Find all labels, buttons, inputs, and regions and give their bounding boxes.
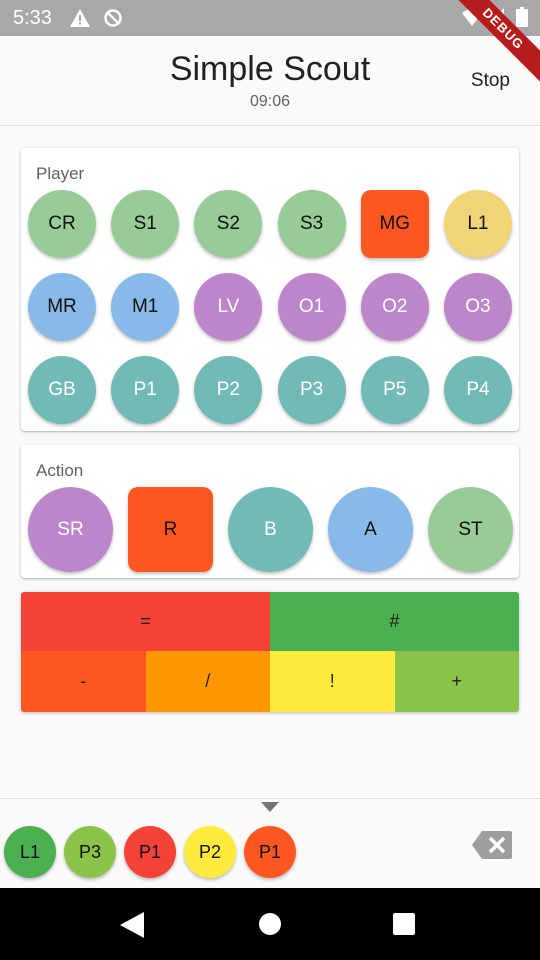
home-icon[interactable]	[259, 913, 281, 935]
player-grid: CR S1 S2 S3 MG L1 MR M1 LV O1 O2 O3 GB P1 P2 P3 P5 P4	[28, 190, 512, 424]
history-item[interactable]: P1	[244, 826, 296, 878]
recents-icon[interactable]	[393, 913, 415, 935]
match-timer: 09:06	[249, 93, 291, 110]
stop-button[interactable]: Stop	[471, 70, 510, 92]
history-item[interactable]: P1	[124, 826, 176, 878]
system-nav-bar	[0, 888, 540, 960]
warning-icon	[70, 9, 90, 27]
player-button-p1[interactable]: P1	[111, 356, 180, 424]
action-button-st[interactable]: ST	[428, 487, 513, 572]
player-button-gb[interactable]: GB	[28, 356, 96, 424]
result-button-plus[interactable]: +	[394, 651, 519, 712]
sync-disabled-icon	[104, 9, 122, 27]
history-item[interactable]: L1	[4, 826, 56, 878]
history-item[interactable]: P3	[64, 826, 116, 878]
player-button-s2[interactable]: S2	[194, 190, 263, 258]
player-button-p4[interactable]: P4	[443, 356, 512, 424]
player-button-mg[interactable]: MG	[360, 190, 429, 258]
player-button-p3[interactable]: P3	[277, 356, 346, 424]
result-button-hash[interactable]: #	[270, 592, 519, 651]
player-button-m1[interactable]: M1	[111, 273, 180, 341]
player-button-lv[interactable]: LV	[194, 273, 263, 341]
action-button-a[interactable]: A	[328, 487, 413, 572]
player-button-p5[interactable]: P5	[360, 356, 429, 424]
result-button-equal[interactable]: =	[21, 592, 270, 651]
action-button-r[interactable]: R	[128, 487, 213, 572]
player-button-p2[interactable]: P2	[194, 356, 263, 424]
player-button-o3[interactable]: O3	[443, 273, 512, 341]
result-row-secondary: - /! +	[21, 651, 519, 712]
battery-icon	[516, 7, 528, 27]
player-button-cr[interactable]: CR	[28, 190, 96, 258]
history-panel: L1 P3 P1 P2 P1	[0, 798, 540, 888]
chevron-down-icon[interactable]	[261, 802, 279, 812]
action-section-label: Action	[36, 461, 84, 480]
result-row-primary: = #	[21, 592, 519, 651]
app-title: Simple Scout	[169, 50, 371, 88]
result-button-slash[interactable]: /	[145, 651, 270, 712]
status-time: 5:33	[13, 7, 52, 29]
action-button-sr[interactable]: SR	[28, 487, 113, 572]
result-button-exclaim[interactable]: !	[270, 651, 395, 712]
back-icon[interactable]	[120, 912, 144, 938]
history-item[interactable]: P2	[184, 826, 236, 878]
history-list: L1 P3 P1 P2 P1	[4, 826, 296, 878]
player-button-o2[interactable]: O2	[360, 273, 429, 341]
player-button-s3[interactable]: S3	[277, 190, 346, 258]
player-button-o1[interactable]: O1	[277, 273, 346, 341]
result-button-minus[interactable]: -	[21, 651, 146, 712]
player-button-l1[interactable]: L1	[443, 190, 512, 258]
result-panel: = # - /! +	[21, 592, 519, 712]
player-button-mr[interactable]: MR	[28, 273, 96, 341]
player-section-label: Player	[36, 164, 85, 183]
action-row: SR R B A ST	[28, 487, 513, 572]
status-bar: 5:33	[0, 0, 540, 36]
player-card: Player CR S1 S2 S3 MG L1 MR M1 LV O1 O2 O3 GB P1 P2 P3 P…	[21, 148, 519, 431]
app-bar: Simple Scout 09:06 Stop	[0, 36, 540, 126]
action-card: Action SR R B A ST	[21, 445, 519, 578]
backspace-icon[interactable]	[472, 831, 512, 859]
action-button-b[interactable]: B	[228, 487, 313, 572]
player-button-s1[interactable]: S1	[111, 190, 180, 258]
